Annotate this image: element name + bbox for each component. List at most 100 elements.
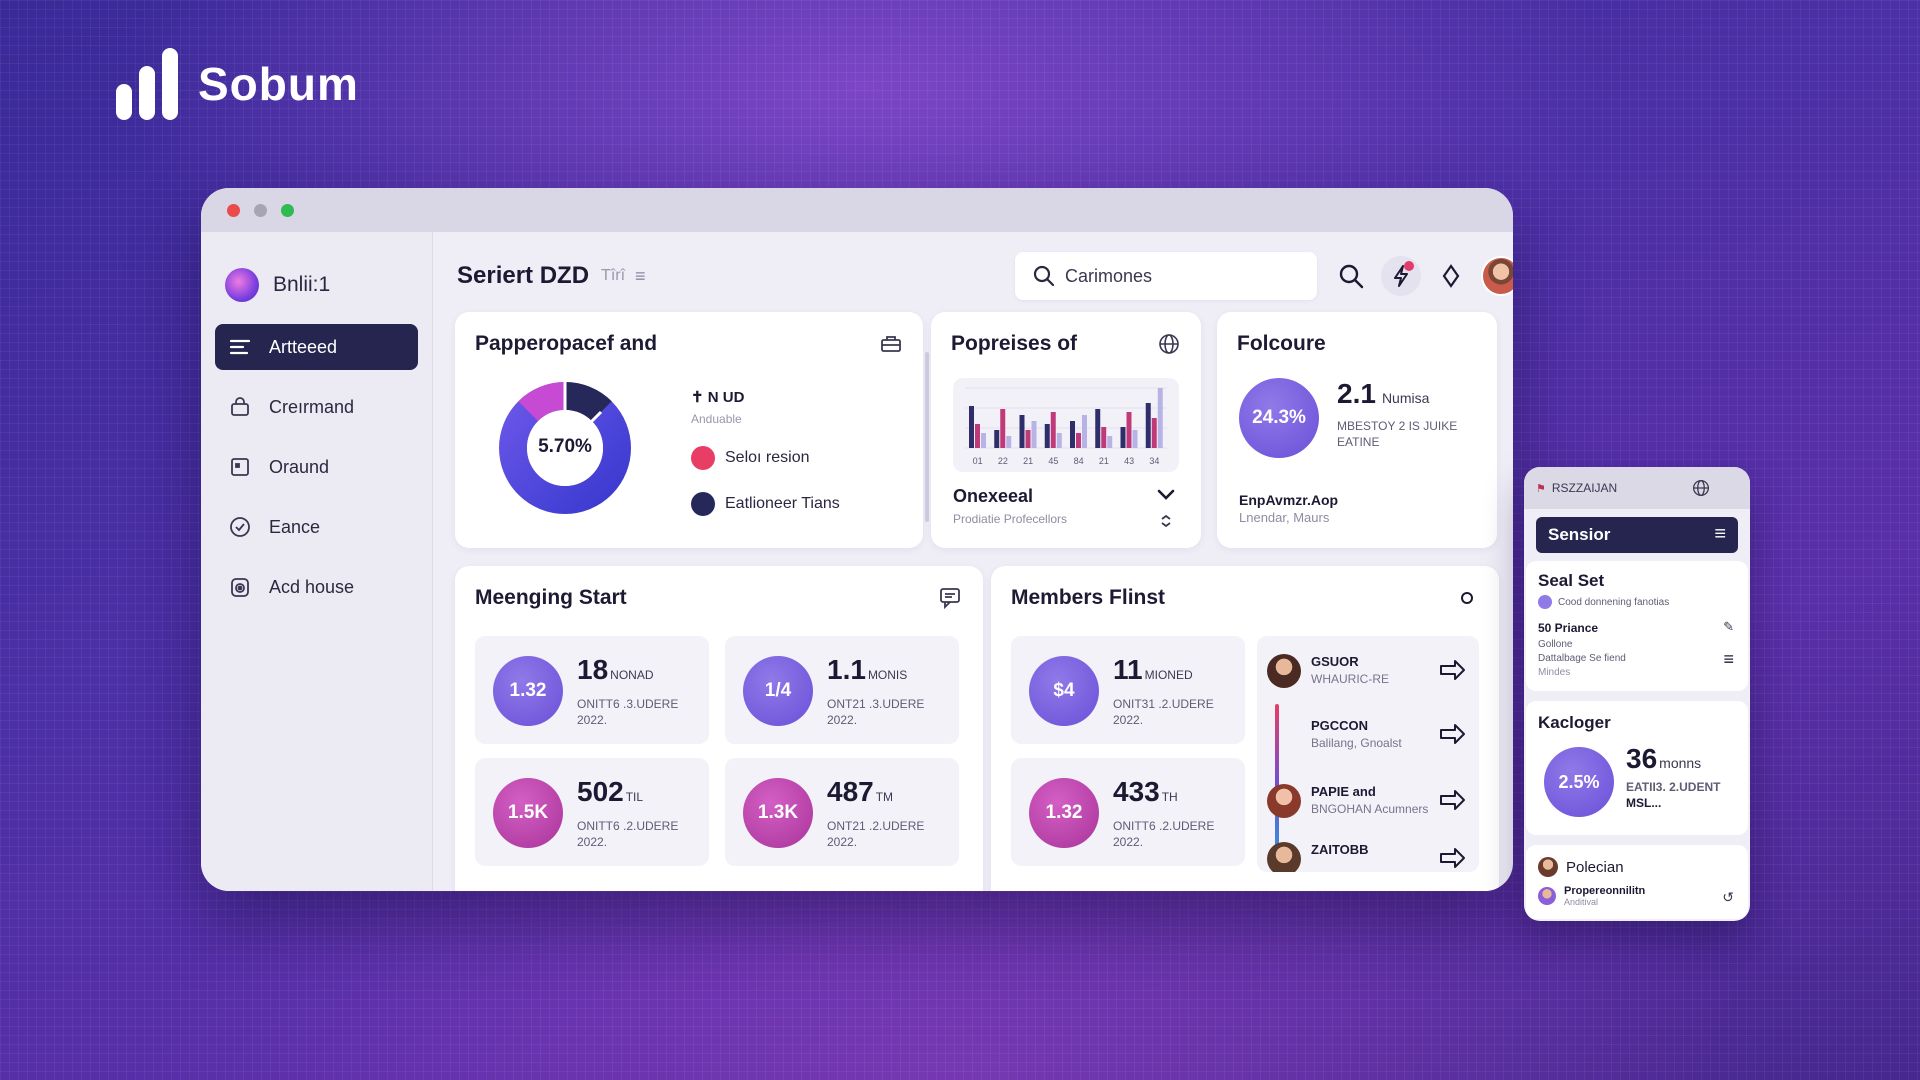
chat-icon[interactable]	[939, 586, 963, 610]
edit-icon[interactable]: ✎	[1723, 619, 1734, 635]
polecian-item-row[interactable]: Propereonnilitn Anditival	[1538, 885, 1645, 907]
user-avatar[interactable]	[1481, 256, 1513, 296]
bag-icon	[229, 396, 251, 418]
stat-tile[interactable]: 1.5K 502 TIL ONITT6 .2.UDERE 2022.	[475, 758, 709, 866]
main-content: Seriert DZD Tîrî ≡ Carimones Papperopace…	[433, 232, 1513, 891]
donut-legend: ✝ N UD Anduable Seloı resion Eatlioneer …	[691, 388, 840, 516]
bar-chart-card: Popreises of 01 22 21 45 84 21 43 34 Onexeeal P…	[931, 312, 1201, 548]
sidebar-item-1[interactable]: Artteeed	[215, 324, 418, 370]
x-tick-label: 84	[1074, 456, 1084, 466]
stat-desc: ONT21 .2.UDERE 2022.	[827, 819, 925, 849]
seal-item-sub-1: Gollone	[1538, 639, 1573, 650]
arrow-right-icon[interactable]	[1439, 788, 1467, 812]
page-subtitle: Tîrî	[601, 267, 626, 284]
floating-panel: ⚑ RSZZAIJAN Sensior ≡ Seal Set Cood donn…	[1524, 467, 1750, 921]
stat-unit: TM	[875, 790, 894, 804]
stat-badge: 1.5K	[493, 778, 563, 848]
stat-tile[interactable]: $4 11 MIONED ONIT31 .2.UDERE 2022.	[1011, 636, 1245, 744]
globe-icon[interactable]	[1157, 332, 1181, 356]
workspace-logo-icon	[225, 268, 259, 302]
member-sub: BNGOHAN Acumners	[1311, 802, 1429, 816]
x-tick-label: 43	[1124, 456, 1134, 466]
member-row[interactable]: GSUOR WHAURIC-RE	[1267, 648, 1467, 696]
card-title: Members Flinst	[1011, 586, 1166, 609]
arrow-right-icon[interactable]	[1439, 846, 1467, 870]
stat-unit: MONIS	[867, 668, 908, 682]
legend-item: Eatlioneer Tians	[691, 492, 840, 516]
search-value: Carimones	[1065, 265, 1153, 286]
polecian-title: Polecian	[1566, 858, 1624, 876]
bar	[1157, 388, 1163, 448]
user-icon	[1538, 595, 1552, 609]
sort-icon[interactable]	[1159, 514, 1173, 533]
seal-title: Seal Set	[1538, 571, 1605, 590]
stat-desc: ONT21 .3.UDERE 2022.	[827, 697, 925, 727]
stat-tile[interactable]: 1.32 433 TH ONITT6 .2.UDERE 2022.	[1011, 758, 1245, 866]
hamburger-icon[interactable]: ≡	[1714, 523, 1726, 546]
card-title: Meenging Start	[475, 586, 627, 609]
panel-header: ⚑ RSZZAIJAN	[1524, 467, 1750, 509]
maximize-window-button[interactable]	[281, 203, 294, 217]
check-circle-icon	[229, 516, 251, 538]
stat-tile[interactable]: 1.32 18 NONAD ONITT6 .3.UDERE 2022.	[475, 636, 709, 744]
donut-center-value: 5.70%	[538, 436, 592, 457]
bar	[1019, 415, 1025, 448]
sidebar-item-2[interactable]: Creırmand	[215, 384, 418, 430]
notifications-button[interactable]	[1381, 256, 1421, 296]
focus-value-row: 2.1 Numisa	[1337, 378, 1429, 410]
panel-title-bar[interactable]: Sensior ≡	[1536, 517, 1738, 553]
minimize-window-button[interactable]	[254, 203, 267, 217]
legend-subheading: Anduable	[691, 412, 742, 426]
polecian-item-text: Propereonnilitn Anditival	[1564, 885, 1645, 907]
arrow-right-icon[interactable]	[1439, 658, 1467, 682]
bar	[1031, 421, 1037, 448]
chevron-down-icon[interactable]	[1157, 488, 1175, 506]
share-icon[interactable]: ↺	[1722, 889, 1734, 906]
bar	[1056, 433, 1062, 448]
workspace-switcher[interactable]: Bnlii:1	[201, 232, 432, 312]
card-scrollbar[interactable]	[925, 352, 929, 522]
menu-icon[interactable]: ≡	[1723, 649, 1734, 670]
search-input[interactable]: Carimones	[1015, 252, 1317, 300]
legend-label: Eatlioneer Tians	[725, 495, 840, 512]
stat-value-row: 11 MIONED	[1113, 654, 1193, 686]
stat-value-row: 18 NONAD	[577, 654, 654, 686]
stat-value: 1.1	[827, 654, 866, 685]
close-window-button[interactable]	[227, 203, 240, 217]
member-name: PGCCON	[1311, 718, 1369, 733]
sidebar-item-5[interactable]: Acd house	[215, 564, 418, 610]
member-avatar	[1267, 784, 1301, 818]
stat-tile[interactable]: 1/4 1.1 MONIS ONT21 .3.UDERE 2022.	[725, 636, 959, 744]
x-tick-label: 21	[1023, 456, 1033, 466]
seal-item-sub-2: Dattalbage Se fiend	[1538, 653, 1626, 664]
briefcase-icon[interactable]	[879, 332, 903, 356]
menu-icon[interactable]: ≡	[635, 266, 646, 287]
card-title: Folcoure	[1237, 332, 1326, 355]
search-button[interactable]	[1331, 256, 1371, 296]
seal-sub: Cood donnening fanotias	[1558, 596, 1670, 608]
dropdown-title: Onexeeal	[953, 486, 1034, 506]
stat-value-row: 502 TIL	[577, 776, 643, 808]
sidebar-item-3[interactable]: Oraund	[215, 444, 418, 490]
bar	[1151, 418, 1157, 448]
member-row[interactable]: ZAITOBB	[1267, 836, 1467, 872]
kac-unit: monns	[1659, 755, 1702, 771]
polecian-row[interactable]: Polecian	[1538, 857, 1624, 877]
globe-icon[interactable]	[1692, 479, 1710, 497]
arrow-right-icon[interactable]	[1439, 722, 1467, 746]
stat-tile[interactable]: 1.3K 487 TM ONT21 .2.UDERE 2022.	[725, 758, 959, 866]
focus-footer-sub: Lnendar, Maurs	[1239, 510, 1330, 525]
bar	[1101, 427, 1107, 448]
donut-card: Papperopacef and 5.70% ✝ N UD Anduable S…	[455, 312, 929, 548]
diamond-button[interactable]	[1431, 256, 1471, 296]
bar	[1120, 427, 1126, 448]
sidebar-item-label: Artteeed	[269, 336, 338, 357]
stat-desc: ONITT6 .2.UDERE 2022.	[577, 819, 679, 849]
stat-value-row: 433 TH	[1113, 776, 1178, 808]
stat-value-row: 1.1 MONIS	[827, 654, 907, 686]
member-row[interactable]: PAPIE and BNGOHAN Acumners	[1267, 778, 1467, 826]
sidebar-item-4[interactable]: Eance	[215, 504, 418, 550]
x-tick-label: 01	[973, 456, 983, 466]
member-row[interactable]: PGCCON Balilang, Gnoalst	[1267, 712, 1467, 760]
circle-icon[interactable]	[1455, 586, 1479, 610]
